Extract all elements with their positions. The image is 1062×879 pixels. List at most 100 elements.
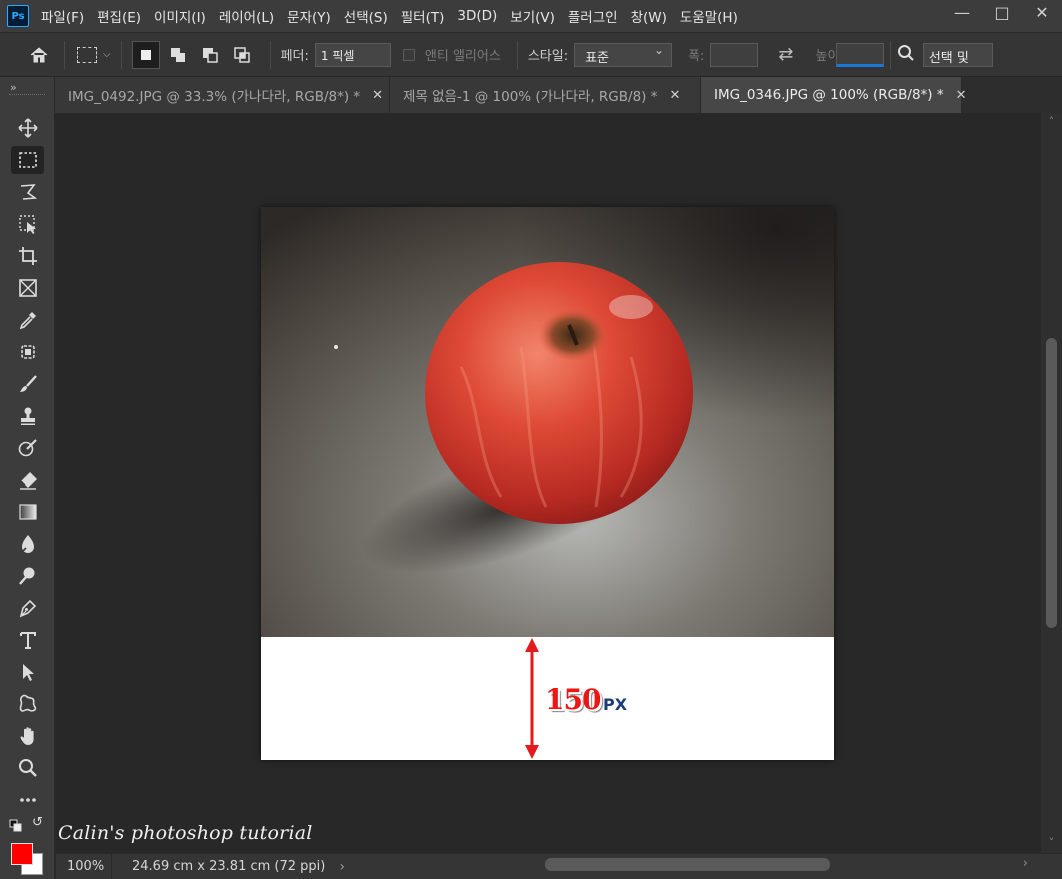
eraser-icon[interactable] xyxy=(11,466,44,494)
document-size: 24.69 cm x 23.81 cm (72 ppi) xyxy=(132,859,326,874)
document-canvas[interactable]: 150 PX xyxy=(261,207,834,760)
divider xyxy=(64,40,65,69)
rect-marquee-icon[interactable] xyxy=(11,146,44,174)
menu-layer[interactable]: 레이어(L) xyxy=(219,6,274,26)
menu-type[interactable]: 문자(Y) xyxy=(287,6,331,26)
document-tabs: IMG_0492.JPG @ 33.3% (가나다라, RGB/8*) * ✕ … xyxy=(55,77,1062,113)
brush-icon[interactable] xyxy=(11,370,44,398)
close-icon[interactable]: ✕ xyxy=(669,88,680,103)
zoom-icon[interactable] xyxy=(11,754,44,782)
new-selection-icon[interactable] xyxy=(131,40,160,69)
search-icon[interactable] xyxy=(897,44,915,66)
home-icon[interactable] xyxy=(24,45,54,65)
tab-label: 제목 없음-1 @ 100% (가나다라, RGB/8) * xyxy=(403,89,658,105)
lasso-icon[interactable] xyxy=(11,178,44,206)
menu-plugins[interactable]: 플러그인 xyxy=(568,6,618,26)
antialias-label: 앤티 앨리어스 xyxy=(424,49,501,64)
scroll-down-icon[interactable]: ˅ xyxy=(1041,836,1062,849)
horizontal-scroll-thumb[interactable] xyxy=(545,858,830,871)
select-and-mask-button[interactable]: 선택 및 xyxy=(922,42,993,67)
style-label: 스타일: xyxy=(527,49,569,64)
menu-edit[interactable]: 편집(E) xyxy=(97,6,141,26)
annotation-unit: PX xyxy=(603,695,628,714)
chevron-right-icon[interactable]: › xyxy=(339,859,345,875)
path-select-icon[interactable] xyxy=(11,658,44,686)
menu-help[interactable]: 도움말(H) xyxy=(680,6,738,26)
clone-stamp-icon[interactable] xyxy=(11,402,44,430)
zoom-level[interactable]: 100% xyxy=(56,853,112,879)
style-select[interactable]: 표준 xyxy=(574,42,673,67)
tools-panel: » ↺ xyxy=(0,77,55,879)
tab-untitled-1[interactable]: 제목 없음-1 @ 100% (가나다라, RGB/8) * ✕ xyxy=(390,77,701,113)
menu-select[interactable]: 선택(S) xyxy=(344,6,388,26)
tab-label: IMG_0492.JPG @ 33.3% (가나다라, RGB/8*) * xyxy=(68,89,361,105)
object-select-icon[interactable] xyxy=(11,210,44,238)
menu-image[interactable]: 이미지(I) xyxy=(154,6,206,26)
menu-file[interactable]: 파일(F) xyxy=(41,6,84,26)
close-icon[interactable]: ✕ xyxy=(956,88,967,103)
spot-heal-icon[interactable] xyxy=(11,338,44,366)
options-bar: ⌵ 페더: 1 픽셀 앤티 앨리어스 스타일: 표준 폭: ⇄ 높이: xyxy=(0,32,1062,77)
apple-photo xyxy=(261,207,834,637)
photoshop-window: Ps 파일(F) 편집(E) 이미지(I) 레이어(L) 문자(Y) 선택(S)… xyxy=(0,0,1062,879)
canvas-area[interactable]: 150 PX xyxy=(56,113,1041,853)
collapse-panel-icon[interactable]: » xyxy=(10,81,17,94)
swap-colors-icon[interactable]: ↺ xyxy=(32,815,43,830)
height-input[interactable] xyxy=(835,42,884,67)
shape-icon[interactable] xyxy=(11,690,44,718)
intersect-selection-icon[interactable] xyxy=(228,41,256,69)
feather-label: 페더: xyxy=(280,49,309,64)
divider xyxy=(889,40,891,69)
minimize-icon[interactable]: — xyxy=(942,0,982,24)
add-selection-icon[interactable] xyxy=(164,41,192,69)
more-icon[interactable] xyxy=(11,786,44,814)
close-icon[interactable]: ✕ xyxy=(1022,0,1062,24)
menu-bar: Ps 파일(F) 편집(E) 이미지(I) 레이어(L) 문자(Y) 선택(S)… xyxy=(0,0,1062,32)
close-icon[interactable]: ✕ xyxy=(372,88,383,103)
tab-label: IMG_0346.JPG @ 100% (RGB/8*) * xyxy=(714,87,944,103)
maximize-icon[interactable]: □ xyxy=(982,0,1022,24)
tool-preset-icon[interactable] xyxy=(77,46,97,63)
menu-view[interactable]: 보기(V) xyxy=(510,6,555,26)
scroll-up-icon[interactable]: ˄ xyxy=(1041,115,1062,128)
color-swatches: ↺ xyxy=(8,815,52,879)
window-controls: — □ ✕ xyxy=(942,0,1062,26)
swap-icon[interactable]: ⇄ xyxy=(778,44,793,65)
annotation-value: 150 xyxy=(545,683,601,716)
divider xyxy=(516,40,518,69)
panel-grip xyxy=(9,94,45,97)
double-arrow-icon xyxy=(525,638,539,759)
history-brush-icon[interactable] xyxy=(11,434,44,462)
move-icon[interactable] xyxy=(11,114,44,142)
feather-input[interactable]: 1 픽셀 xyxy=(314,42,391,67)
dodge-icon[interactable] xyxy=(11,562,44,590)
divider xyxy=(269,40,271,69)
tab-img-0346[interactable]: IMG_0346.JPG @ 100% (RGB/8*) * ✕ xyxy=(701,77,967,113)
subtract-selection-icon[interactable] xyxy=(196,41,224,69)
menu-filter[interactable]: 필터(T) xyxy=(401,6,445,26)
frame-icon[interactable] xyxy=(11,274,44,302)
menu-3d[interactable]: 3D(D) xyxy=(457,8,497,24)
blur-icon[interactable] xyxy=(11,530,44,558)
crop-icon[interactable] xyxy=(11,242,44,270)
width-label: 폭: xyxy=(688,49,705,64)
width-input[interactable] xyxy=(710,42,759,67)
scroll-right-icon[interactable]: › xyxy=(1023,856,1028,871)
vertical-scrollbar[interactable]: ˄ ˅ xyxy=(1041,113,1062,853)
eyedropper-icon[interactable] xyxy=(11,306,44,334)
gradient-icon[interactable] xyxy=(11,498,44,526)
height-annotation: 150 PX xyxy=(520,637,640,760)
default-colors-icon[interactable] xyxy=(9,819,23,833)
type-icon[interactable] xyxy=(11,626,44,654)
antialias-checkbox[interactable] xyxy=(402,48,415,61)
tab-img-0492[interactable]: IMG_0492.JPG @ 33.3% (가나다라, RGB/8*) * ✕ xyxy=(55,77,390,113)
scroll-thumb[interactable] xyxy=(1046,338,1057,628)
status-bar: 100% 24.69 cm x 23.81 cm (72 ppi) › › xyxy=(56,853,1062,879)
watermark: Calin's photoshop tutorial xyxy=(58,822,313,844)
hand-icon[interactable] xyxy=(11,722,44,750)
chevron-down-icon[interactable]: ⌵ xyxy=(103,49,111,60)
foreground-color[interactable] xyxy=(11,843,33,865)
pen-icon[interactable] xyxy=(11,594,44,622)
menu-window[interactable]: 창(W) xyxy=(631,6,667,26)
photoshop-logo-icon: Ps xyxy=(7,5,29,27)
